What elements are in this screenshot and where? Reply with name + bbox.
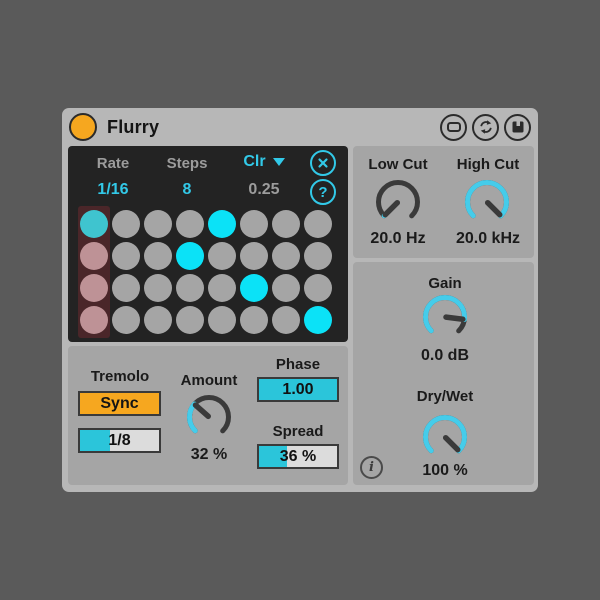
step-dot[interactable] [240, 242, 268, 270]
high-cut-value: 20.0 kHz [455, 230, 521, 247]
step-dot[interactable] [208, 210, 236, 238]
step-dot[interactable] [304, 306, 332, 334]
step-dot[interactable] [144, 306, 172, 334]
filter-panel: Low Cut 20.0 Hz High Cut 20.0 kHz [353, 146, 534, 258]
dry-wet-value: 100 % [422, 462, 468, 479]
dry-wet-label: Dry/Wet [416, 388, 474, 405]
hotswap-button[interactable] [472, 113, 499, 141]
steps-label: Steps [166, 155, 208, 172]
high-cut-knob[interactable] [461, 176, 513, 228]
step-dot[interactable] [208, 242, 236, 270]
step-dot[interactable] [272, 210, 300, 238]
save-icon [512, 121, 523, 133]
sync-button[interactable]: Sync [78, 391, 161, 416]
low-cut-label: Low Cut [368, 156, 428, 173]
step-dot[interactable] [80, 242, 108, 270]
chevron-down-icon [272, 158, 285, 166]
step-dot[interactable] [144, 242, 172, 270]
low-cut-knob[interactable] [372, 176, 424, 228]
step-dot[interactable] [80, 210, 108, 238]
steps-value[interactable]: 8 [156, 181, 218, 199]
step-dot[interactable] [144, 274, 172, 302]
step-dot[interactable] [304, 242, 332, 270]
info-icon: i [369, 460, 374, 475]
device-activator-toggle[interactable] [69, 113, 97, 141]
jitter-value[interactable]: 0.25 [226, 181, 302, 199]
step-dot[interactable] [272, 306, 300, 334]
amount-knob[interactable] [183, 391, 235, 443]
device-title-bar: Flurry [62, 108, 538, 146]
sync-rate-value: 1/8 [108, 431, 131, 449]
phase-box[interactable]: 1.00 [257, 377, 339, 402]
amount-label: Amount [180, 372, 238, 389]
phase-label: Phase [275, 356, 321, 373]
rate-value[interactable]: 1/16 [82, 181, 144, 199]
output-panel: Gain 0.0 dB Dry/Wet 100 % i [353, 262, 534, 485]
spread-box[interactable]: 36 % [257, 444, 339, 469]
step-grid [80, 210, 332, 334]
step-dot[interactable] [144, 210, 172, 238]
phase-value: 1.00 [282, 380, 314, 398]
step-dot[interactable] [80, 306, 108, 334]
clear-dropdown-label: Clr [243, 153, 266, 170]
dry-wet-knob[interactable] [419, 411, 471, 463]
close-button[interactable] [310, 150, 336, 176]
gain-value: 0.0 dB [420, 347, 469, 364]
step-dot[interactable] [272, 242, 300, 270]
step-dot[interactable] [304, 274, 332, 302]
step-dot[interactable] [240, 210, 268, 238]
device-title: Flurry [107, 116, 160, 137]
sequencer-panel: Rate 1/16 Steps 8 Clr 0.25 ? [68, 146, 348, 342]
step-dot[interactable] [80, 274, 108, 302]
tremolo-label: Tremolo [90, 368, 150, 385]
close-icon [318, 158, 328, 168]
step-dot[interactable] [112, 306, 140, 334]
step-grid-wrap [78, 206, 332, 338]
gain-label: Gain [428, 275, 462, 292]
info-button[interactable]: i [360, 456, 383, 479]
tremolo-panel: Tremolo Sync 1/8 Amount 32 % Phase 1.00 … [68, 346, 348, 485]
save-preset-button[interactable] [504, 113, 531, 141]
low-cut-value: 20.0 Hz [370, 230, 426, 247]
spread-label: Spread [272, 423, 324, 440]
step-dot[interactable] [240, 306, 268, 334]
step-dot[interactable] [112, 274, 140, 302]
banks-button[interactable] [440, 113, 467, 141]
hotswap-icon [479, 120, 492, 134]
gain-knob[interactable] [419, 291, 471, 343]
flurry-device: Flurry Rate 1/16 Steps 8 Clr 0.25 ? Trem… [62, 108, 538, 492]
clear-dropdown[interactable]: Clr [226, 153, 302, 171]
step-dot[interactable] [208, 274, 236, 302]
sync-rate-fill [80, 430, 111, 451]
step-dot[interactable] [208, 306, 236, 334]
step-dot[interactable] [176, 306, 204, 334]
step-dot[interactable] [304, 210, 332, 238]
help-button[interactable]: ? [310, 179, 336, 205]
step-dot[interactable] [176, 242, 204, 270]
step-dot[interactable] [176, 274, 204, 302]
high-cut-label: High Cut [456, 156, 520, 173]
step-dot[interactable] [240, 274, 268, 302]
amount-value: 32 % [190, 446, 228, 463]
sync-rate-box[interactable]: 1/8 [78, 428, 161, 453]
banks-icon [446, 122, 461, 132]
rate-label: Rate [96, 155, 130, 172]
step-dot[interactable] [272, 274, 300, 302]
step-dot[interactable] [112, 242, 140, 270]
spread-value: 36 % [279, 447, 317, 465]
help-icon: ? [318, 183, 328, 201]
step-dot[interactable] [112, 210, 140, 238]
step-dot[interactable] [176, 210, 204, 238]
